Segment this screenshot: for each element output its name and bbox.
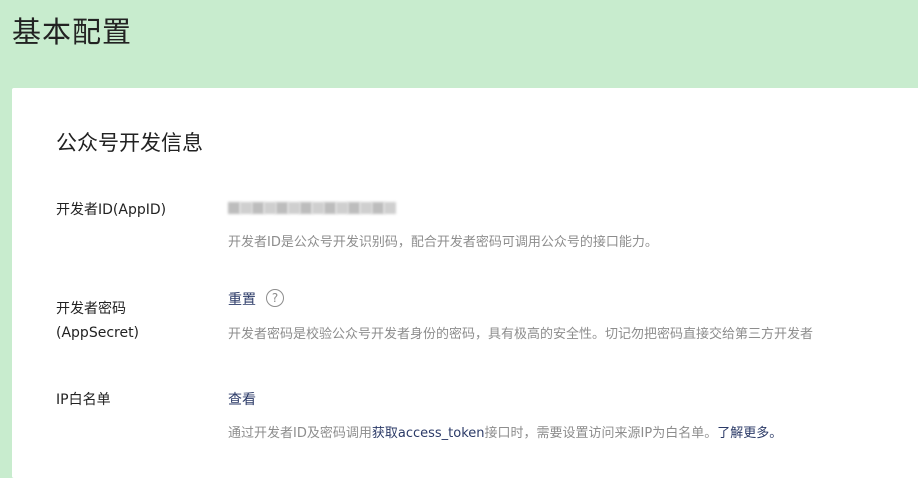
reset-secret-link[interactable]: 重置 xyxy=(228,292,256,308)
appid-value-redacted xyxy=(228,200,396,216)
ip-whitelist-label: IP白名单 xyxy=(56,392,111,408)
access-token-link[interactable]: 获取access_token xyxy=(372,426,485,441)
ip-desc-prefix: 通过开发者ID及密码调用 xyxy=(228,426,372,441)
section-title: 公众号开发信息 xyxy=(56,131,203,155)
view-whitelist-label[interactable]: 查看 xyxy=(228,392,256,408)
appsecret-description: 开发者密码是校验公众号开发者身份的密码，具有极高的安全性。切记勿把密码直接交给第… xyxy=(228,327,814,342)
learn-more-link[interactable]: 了解更多。 xyxy=(717,426,782,441)
ip-desc-middle: 接口时，需要设置访问来源IP为白名单。 xyxy=(484,426,718,441)
developer-info-panel: 公众号开发信息 开发者ID(AppID) 开发者ID是公众号开发识别码，配合开发… xyxy=(12,88,918,478)
appid-label: 开发者ID(AppID) xyxy=(56,202,167,218)
appsecret-action-group: 重置? xyxy=(228,288,284,312)
view-whitelist-link[interactable]: 查看 xyxy=(228,388,256,412)
appsecret-label-line2: (AppSecret) xyxy=(56,325,140,341)
page-title: 基本配置 xyxy=(12,15,133,49)
appsecret-label-line1: 开发者密码 xyxy=(56,301,126,317)
appid-description: 开发者ID是公众号开发识别码，配合开发者密码可调用公众号的接口能力。 xyxy=(228,235,658,250)
help-icon[interactable]: ? xyxy=(266,289,284,307)
ip-whitelist-description: 通过开发者ID及密码调用获取access_token接口时，需要设置访问来源IP… xyxy=(228,423,782,445)
